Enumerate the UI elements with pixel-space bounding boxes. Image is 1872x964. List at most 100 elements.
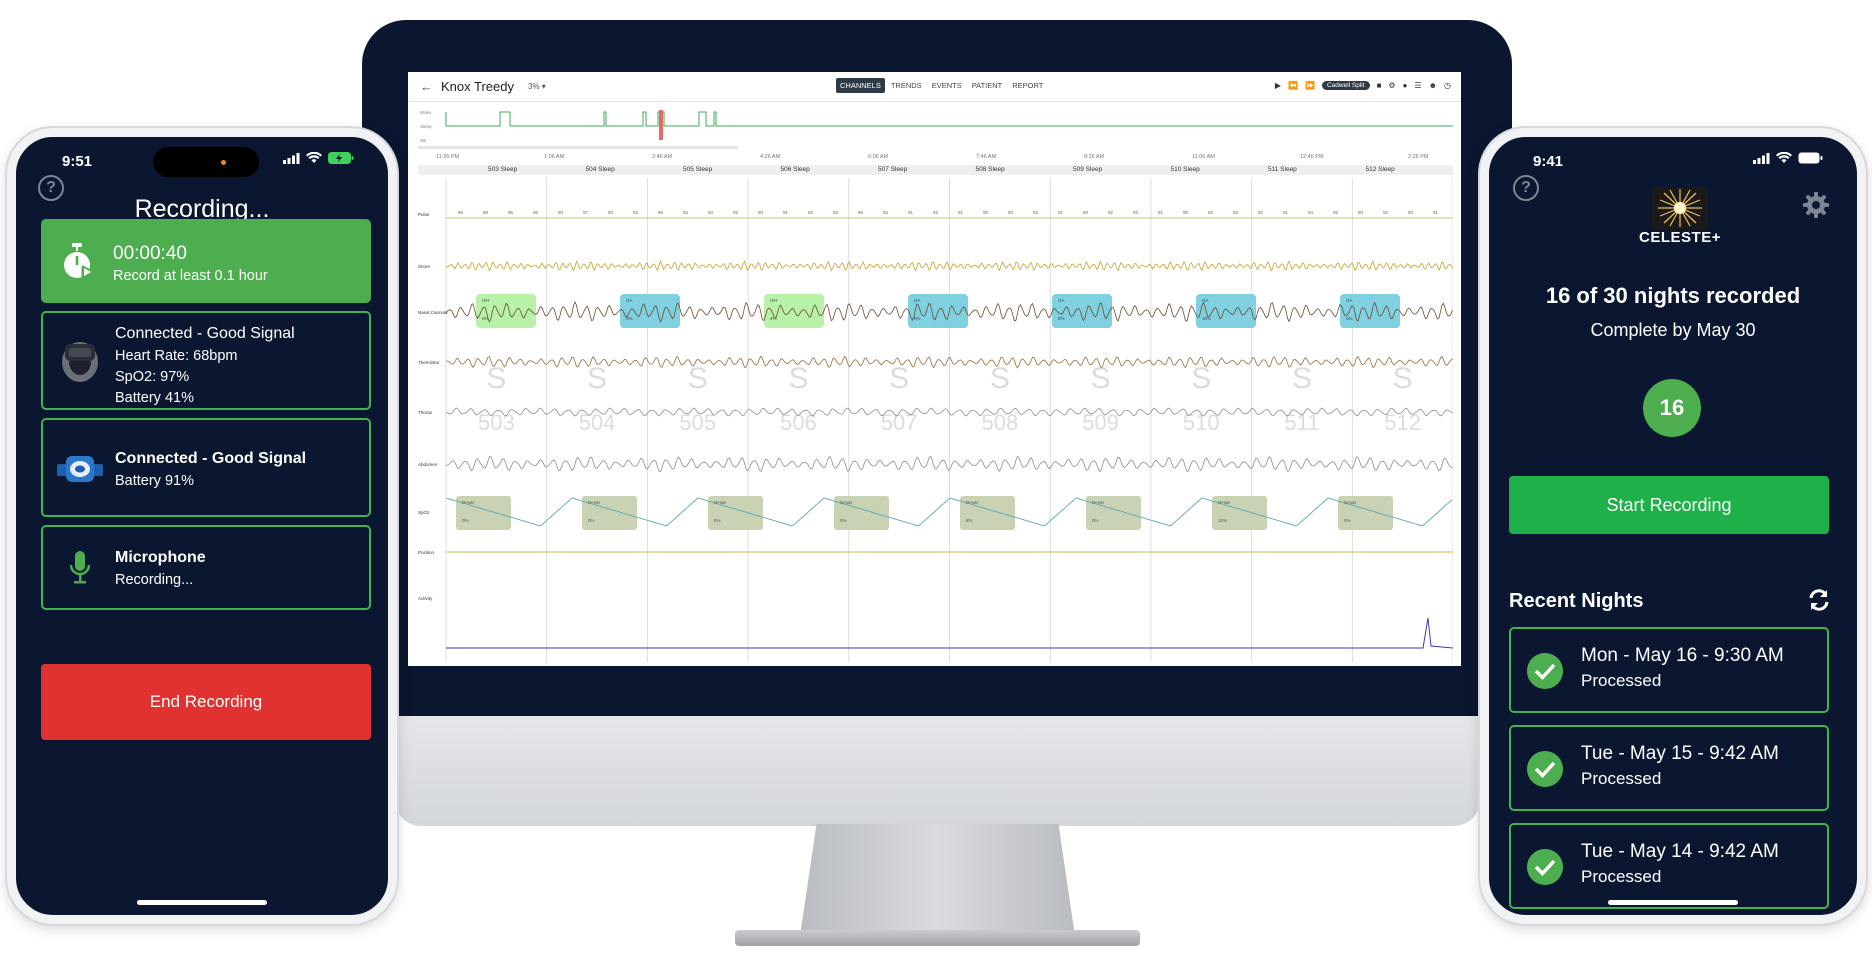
status-time: 9:51 — [62, 153, 93, 170]
pulse-value: 92 — [883, 210, 889, 215]
pulse-value: 92 — [683, 210, 689, 215]
nasal-event-label: OH — [770, 298, 777, 303]
pulse-value: 93 — [833, 210, 839, 215]
stage-watermark: S — [1292, 362, 1312, 395]
desat-event-pct: 0% — [1344, 518, 1351, 523]
night-status: Processed — [1581, 769, 1662, 788]
desat-event-pct: 0% — [462, 518, 469, 523]
pulse-value: 90 — [1183, 210, 1189, 215]
pulse-value: 96 — [658, 210, 664, 215]
stage-watermark: S — [587, 362, 607, 395]
settings-gear-icon[interactable] — [1802, 191, 1830, 219]
stage-watermark: S — [889, 362, 909, 395]
nasal-event-label: OA — [626, 298, 633, 303]
time-tick-label: 7:46 AM — [976, 154, 997, 160]
night-card[interactable]: Mon - May 16 - 9:30 AM Processed — [1509, 627, 1829, 713]
tab-events[interactable]: EVENTS — [928, 78, 966, 93]
oximeter-spo2: SpO2: 97% — [115, 369, 190, 385]
info-icon[interactable]: ● — [1403, 81, 1408, 90]
desat-event-pct: 10% — [1218, 518, 1227, 523]
epoch-label: 507 Sleep — [878, 166, 908, 173]
phone-right: 9:41 ? CELESTE+ 16 of 30 nights recorded… — [1480, 128, 1866, 924]
rewind-icon[interactable]: ⏪ — [1288, 81, 1298, 90]
status-time: 9:41 — [1533, 153, 1564, 170]
tab-trends[interactable]: TRENDS — [887, 78, 926, 93]
tab-report[interactable]: REPORT — [1008, 78, 1047, 93]
epoch-label: 503 Sleep — [488, 166, 518, 173]
status-bar: 9:51 — [16, 137, 388, 177]
nights-progress-title: 16 of 30 nights recorded — [1545, 283, 1801, 308]
epoch-label: 512 Sleep — [1365, 166, 1395, 173]
channel-label: Thorax — [418, 410, 433, 415]
microphone-icon — [69, 551, 91, 584]
start-recording-button[interactable]: Start Recording — [1509, 476, 1829, 534]
hypnogram: Wake Sleep NB — [418, 106, 1453, 152]
stage-watermark: S — [1393, 362, 1413, 395]
night-card[interactable]: Tue - May 14 - 9:42 AM Processed — [1509, 823, 1829, 909]
monitor-base — [735, 930, 1140, 946]
status-icons — [283, 152, 354, 164]
checkmark-icon — [1527, 751, 1563, 787]
home-indicator — [137, 900, 267, 905]
channel-label: Snore — [418, 264, 431, 269]
pulse-value: 92 — [633, 210, 639, 215]
pulse-value: 96 — [458, 210, 464, 215]
tab-channels[interactable]: CHANNELS — [836, 78, 885, 93]
tab-patient[interactable]: PATIENT — [968, 78, 1007, 93]
epoch-label: 506 Sleep — [780, 166, 810, 173]
pulse-value: 90 — [1083, 210, 1089, 215]
pulse-value: 93 — [1008, 210, 1014, 215]
oximeter-heart-rate: Heart Rate: 68bpm — [115, 348, 238, 364]
timer-card: 00:00:40 Record at least 0.1 hour — [41, 219, 371, 303]
fast-forward-icon[interactable]: ⏩ — [1305, 81, 1315, 90]
microphone-card: Microphone Recording... — [41, 525, 371, 610]
nasal-event-label: OA — [1202, 298, 1209, 303]
oximeter-battery: Battery 41% — [115, 390, 194, 406]
nasal-event-label: OA — [1058, 298, 1065, 303]
time-tick-label: 2:46 AM — [652, 154, 673, 160]
desat-event-pct: 0% — [1092, 518, 1099, 523]
list-icon[interactable]: ☰ — [1414, 81, 1421, 90]
play-icon[interactable]: ▶ — [1275, 81, 1281, 90]
signal-icon — [1753, 152, 1770, 164]
time-tick-label: 9:26 AM — [1084, 154, 1105, 160]
recent-nights-title: Recent Nights — [1509, 590, 1644, 612]
clock-icon[interactable]: ◷ — [1444, 81, 1451, 90]
time-tick-label: 2:26 PM — [1408, 154, 1429, 160]
settings-icon[interactable]: ⚙ — [1388, 81, 1395, 90]
pulse-value: 91 — [1433, 210, 1439, 215]
epoch-watermark: 505 — [679, 410, 716, 435]
back-arrow-icon[interactable]: ← — [420, 79, 433, 94]
desat-event-pct: 0% — [840, 518, 847, 523]
pulse-value: 90 — [758, 210, 764, 215]
refresh-icon[interactable] — [1807, 588, 1831, 612]
end-recording-button[interactable]: End Recording — [41, 664, 371, 740]
pulse-value: 91 — [783, 210, 789, 215]
hypnogram-marker — [659, 110, 663, 140]
pulse-value: 95 — [1333, 210, 1339, 215]
timer-note: Record at least 0.1 hour — [113, 268, 268, 284]
epoch-label: 509 Sleep — [1073, 166, 1103, 173]
sensor-card: Connected - Good Signal Battery 91% — [41, 418, 371, 517]
epoch-label: 505 Sleep — [683, 166, 713, 173]
pulse-value: 95 — [733, 210, 739, 215]
folder-icon[interactable]: ■ — [1377, 81, 1382, 90]
zoom-select[interactable]: 3% ▾ — [528, 82, 546, 91]
hypnogram-bg — [418, 106, 1453, 152]
pulse-value: 91 — [1058, 210, 1064, 215]
user-icon[interactable]: ☻ — [1429, 81, 1437, 90]
time-tick-label: 11:06 AM — [1192, 154, 1215, 160]
pulse-value: 91 — [908, 210, 914, 215]
monitor-chin — [395, 716, 1480, 826]
pulse-value: 93 — [1133, 210, 1139, 215]
epoch-watermark: 508 — [981, 410, 1018, 435]
pulse-value: 93 — [1233, 210, 1239, 215]
cadwell-split-button[interactable]: Cadwell Split — [1321, 81, 1370, 90]
pulse-value: 91 — [1283, 210, 1289, 215]
pulse-value: 96 — [858, 210, 864, 215]
night-card[interactable]: Tue - May 15 - 9:42 AM Processed — [1509, 725, 1829, 811]
epoch-watermark: 503 — [478, 410, 515, 435]
help-icon[interactable]: ? — [1513, 175, 1539, 201]
time-tick-label: 4:26 AM — [760, 154, 781, 160]
pulse-value: 91 — [958, 210, 964, 215]
